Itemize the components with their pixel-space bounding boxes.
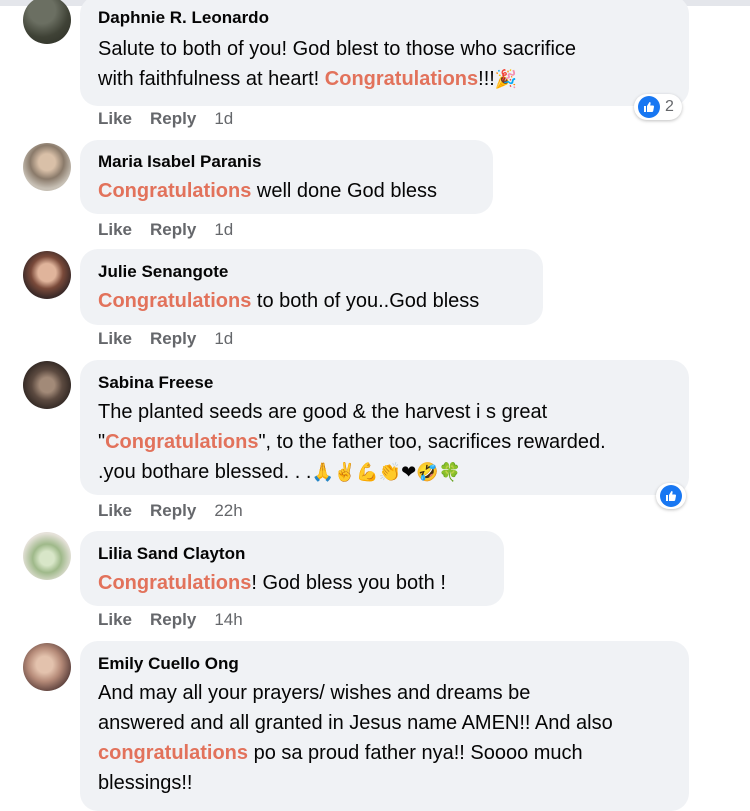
reply-link[interactable]: Reply bbox=[150, 109, 196, 129]
emoji-sequence: 🙏✌💪👏❤🤣🍀 bbox=[311, 462, 462, 482]
comment-text-line: with faithfulness at heart! Congratulati… bbox=[98, 64, 673, 94]
commenter-name[interactable]: Julie Senangote bbox=[98, 262, 527, 282]
avatar[interactable] bbox=[23, 361, 71, 409]
reply-link[interactable]: Reply bbox=[150, 501, 196, 521]
comment-text-line: Congratulations to both of you..God bles… bbox=[98, 290, 480, 312]
like-link[interactable]: Like bbox=[98, 220, 132, 240]
comment-actions: Like Reply 1d bbox=[98, 329, 251, 349]
like-link[interactable]: Like bbox=[98, 610, 132, 630]
commenter-name[interactable]: Maria Isabel Paranis bbox=[98, 152, 477, 172]
timestamp[interactable]: 14h bbox=[214, 610, 242, 630]
highlight-word[interactable]: congratulations bbox=[98, 742, 248, 764]
reaction-summary[interactable]: 2 bbox=[634, 94, 682, 120]
comment-text-line: answered and all granted in Jesus name A… bbox=[98, 712, 613, 734]
commenter-name[interactable]: Daphnie R. Leonardo bbox=[98, 8, 673, 28]
reply-link[interactable]: Reply bbox=[150, 329, 196, 349]
timestamp[interactable]: 1d bbox=[214, 109, 233, 129]
comment-text-line: Congratulations! God bless you both ! bbox=[98, 572, 446, 594]
highlight-word[interactable]: Congratulations bbox=[98, 180, 251, 202]
comment-text-line: The planted seeds are good & the harvest… bbox=[98, 401, 548, 423]
avatar[interactable] bbox=[23, 532, 71, 580]
comment-text-line: congratulations po sa proud father nya!!… bbox=[98, 742, 583, 764]
comment-bubble: Sabina Freese The planted seeds are good… bbox=[80, 360, 689, 495]
avatar[interactable] bbox=[23, 643, 71, 691]
thumbs-up-icon bbox=[660, 485, 682, 507]
timestamp[interactable]: 22h bbox=[214, 501, 242, 521]
comment-actions: Like Reply 22h bbox=[98, 501, 261, 521]
timestamp[interactable]: 1d bbox=[214, 220, 233, 240]
reaction-count: 2 bbox=[665, 98, 674, 115]
commenter-name[interactable]: Emily Cuello Ong bbox=[98, 654, 673, 674]
comment-text-line: Congratulations well done God bless bbox=[98, 180, 438, 202]
comment-text-line: "Congratulations", to the father too, sa… bbox=[98, 431, 606, 453]
comment-bubble: Julie Senangote Congratulations to both … bbox=[80, 249, 543, 325]
like-link[interactable]: Like bbox=[98, 109, 132, 129]
reply-link[interactable]: Reply bbox=[150, 220, 196, 240]
comment-bubble: Maria Isabel Paranis Congratulations wel… bbox=[80, 140, 493, 214]
comment-actions: Like Reply 14h bbox=[98, 610, 261, 630]
reaction-summary[interactable] bbox=[656, 483, 686, 509]
commenter-name[interactable]: Sabina Freese bbox=[98, 373, 673, 393]
comment-bubble: Emily Cuello Ong And may all your prayer… bbox=[80, 641, 689, 811]
comment-text-line: And may all your prayers/ wishes and dre… bbox=[98, 682, 531, 704]
highlight-word[interactable]: Congratulations bbox=[98, 572, 251, 594]
timestamp[interactable]: 1d bbox=[214, 329, 233, 349]
avatar[interactable] bbox=[23, 143, 71, 191]
comment-text-line: Salute to both of you! God blest to thos… bbox=[98, 38, 577, 60]
commenter-name[interactable]: Lilia Sand Clayton bbox=[98, 544, 488, 564]
comment-text-line: .you bothare blessed. . .🙏✌💪👏❤🤣🍀 bbox=[98, 457, 673, 487]
party-popper-emoji: 🎉 bbox=[494, 69, 518, 89]
highlight-word[interactable]: Congratulations bbox=[325, 68, 478, 90]
highlight-word[interactable]: Congratulations bbox=[105, 431, 258, 453]
thumbs-up-icon bbox=[638, 96, 660, 118]
comment-actions: Like Reply 1d bbox=[98, 109, 251, 129]
comment-bubble: Daphnie R. Leonardo Salute to both of yo… bbox=[80, 0, 689, 106]
highlight-word[interactable]: Congratulations bbox=[98, 290, 251, 312]
avatar[interactable] bbox=[23, 251, 71, 299]
comment-actions: Like Reply 1d bbox=[98, 220, 251, 240]
like-link[interactable]: Like bbox=[98, 501, 132, 521]
avatar[interactable] bbox=[23, 0, 71, 44]
reply-link[interactable]: Reply bbox=[150, 610, 196, 630]
like-link[interactable]: Like bbox=[98, 329, 132, 349]
comment-bubble: Lilia Sand Clayton Congratulations! God … bbox=[80, 531, 504, 606]
